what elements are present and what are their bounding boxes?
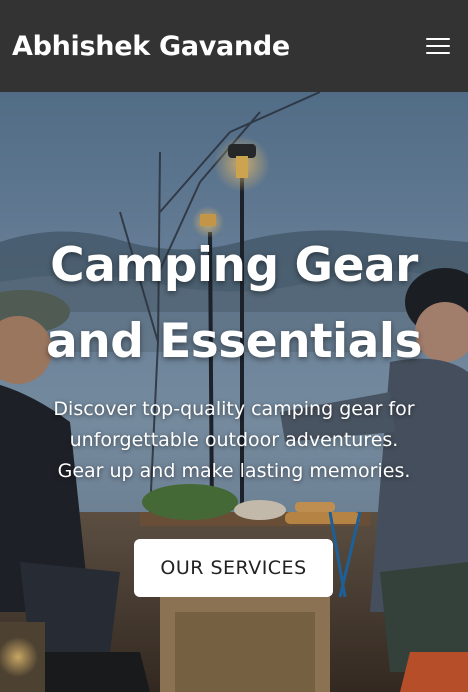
hero-title-line: and Essentials <box>46 314 422 369</box>
our-services-button[interactable]: OUR SERVICES <box>134 539 333 597</box>
brand-logo-text[interactable]: Abhishek Gavande <box>12 31 290 62</box>
menu-bar <box>426 38 450 40</box>
hero-title-line: Camping Gear <box>50 238 418 293</box>
hero-content: Camping Gear and Essentials Discover top… <box>0 228 468 487</box>
hero-subtitle: Discover top-quality camping gear for un… <box>0 394 468 487</box>
hero-section: Camping Gear and Essentials Discover top… <box>0 92 468 692</box>
menu-bar <box>426 52 450 54</box>
hero-subtitle-line: Discover top-quality camping gear for <box>53 398 415 420</box>
hero-subtitle-line: unforgettable outdoor adventures. <box>69 429 399 451</box>
hero-subtitle-line: Gear up and make lasting memories. <box>57 460 411 482</box>
site-header: Abhishek Gavande <box>0 0 468 92</box>
hero-title: Camping Gear and Essentials <box>0 228 468 380</box>
menu-bar <box>426 45 450 47</box>
hamburger-menu-icon[interactable] <box>426 32 454 60</box>
